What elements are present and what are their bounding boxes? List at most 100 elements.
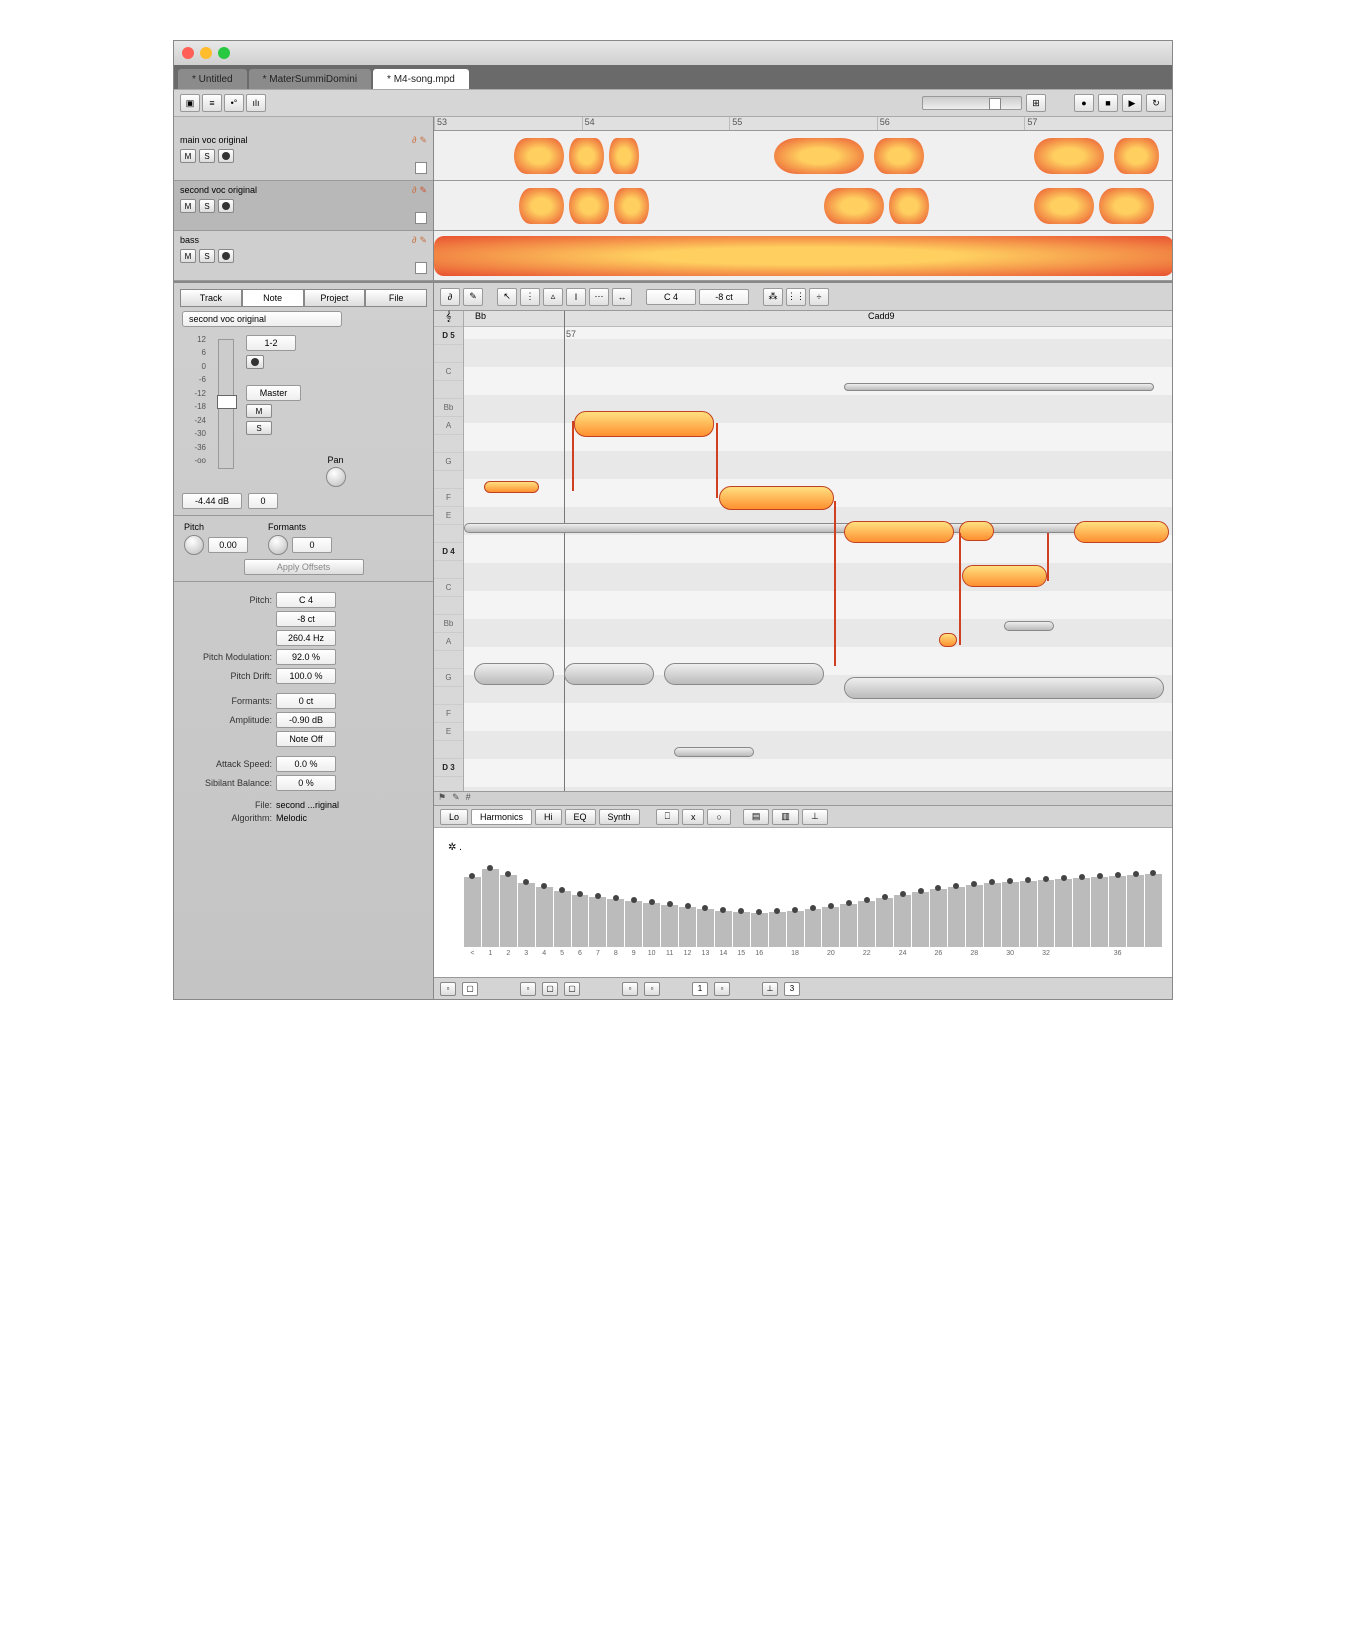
piano-key[interactable]: C bbox=[434, 363, 463, 381]
preset-c-icon[interactable]: ○ bbox=[707, 809, 730, 825]
harmonic-dot[interactable] bbox=[1043, 876, 1049, 882]
harmonic-bar[interactable] bbox=[500, 875, 517, 947]
bb-toggle[interactable]: ▢ bbox=[462, 982, 478, 996]
harmonic-bar[interactable] bbox=[536, 887, 553, 947]
preset-e-icon[interactable]: ▥ bbox=[772, 809, 799, 825]
harmonic-bar[interactable] bbox=[1073, 878, 1090, 947]
link-icon[interactable]: ∂ bbox=[412, 235, 416, 246]
harmonic-dot[interactable] bbox=[559, 887, 565, 893]
bb-val1[interactable]: 1 bbox=[692, 982, 708, 996]
record-arm-button[interactable] bbox=[218, 249, 234, 263]
track-waveform-0[interactable] bbox=[434, 131, 1172, 181]
piano-key[interactable] bbox=[434, 345, 463, 363]
flag-icon[interactable]: ⚑ bbox=[438, 792, 446, 805]
link-icon[interactable]: ∂ bbox=[412, 135, 416, 146]
harmonic-bar[interactable] bbox=[625, 901, 642, 947]
formants-offset-knob[interactable] bbox=[268, 535, 288, 555]
harmonic-dot[interactable] bbox=[720, 907, 726, 913]
tool-icon[interactable]: ✎ bbox=[419, 185, 427, 196]
link-icon[interactable]: ∂ bbox=[412, 185, 416, 196]
piano-key[interactable]: A bbox=[434, 417, 463, 435]
harmonic-dot[interactable] bbox=[846, 900, 852, 906]
preset-b-icon[interactable]: x bbox=[682, 809, 705, 825]
apply-offsets-button[interactable]: Apply Offsets bbox=[244, 559, 364, 575]
harmonic-bar[interactable] bbox=[679, 907, 696, 947]
inspector-tab-note[interactable]: Note bbox=[242, 289, 304, 307]
bb-icon[interactable]: ▫ bbox=[644, 982, 660, 996]
harmonic-bar[interactable] bbox=[912, 892, 929, 947]
tool-wrench-icon[interactable]: ✎ bbox=[463, 288, 483, 306]
piano-key[interactable]: G bbox=[434, 453, 463, 471]
track-checkbox[interactable] bbox=[415, 262, 427, 274]
harmonic-dot[interactable] bbox=[1097, 873, 1103, 879]
tool-c-icon[interactable]: I bbox=[566, 288, 586, 306]
harmonic-dot[interactable] bbox=[900, 891, 906, 897]
editor-cents-field[interactable]: -8 ct bbox=[699, 289, 749, 305]
harmonic-bar[interactable] bbox=[482, 869, 499, 947]
zoom-icon[interactable] bbox=[218, 47, 230, 59]
record-arm-button[interactable] bbox=[218, 199, 234, 213]
harmonic-bar[interactable] bbox=[966, 885, 983, 947]
harmonic-dot[interactable] bbox=[1150, 870, 1156, 876]
harmonic-dot[interactable] bbox=[577, 891, 583, 897]
snap-b-icon[interactable]: ⋮⋮ bbox=[786, 288, 806, 306]
harmonic-dot[interactable] bbox=[523, 879, 529, 885]
harmonic-bar[interactable] bbox=[840, 904, 857, 947]
harmonic-bar[interactable] bbox=[984, 883, 1001, 947]
note-area[interactable]: Bb Cadd9 57 bbox=[464, 311, 1172, 791]
tab-eq[interactable]: EQ bbox=[565, 809, 596, 825]
harmonic-dot[interactable] bbox=[774, 908, 780, 914]
pointer-tool-icon[interactable]: ↖ bbox=[497, 288, 517, 306]
solo-button[interactable]: S bbox=[199, 249, 215, 263]
solo-button[interactable]: S bbox=[199, 199, 215, 213]
tool-icon[interactable]: ✎ bbox=[419, 135, 427, 146]
harmonic-bar[interactable] bbox=[876, 898, 893, 947]
piano-key[interactable]: F bbox=[434, 489, 463, 507]
track-name-field[interactable]: second voc original bbox=[182, 311, 342, 327]
pitch-drift-field[interactable]: 100.0 % bbox=[276, 668, 336, 684]
pitch-editor[interactable]: 𝄞 D 5CBbAGFED 4CBbAGFED 3 Bb Cadd9 57 bbox=[434, 311, 1172, 791]
note-formants-field[interactable]: 0 ct bbox=[276, 693, 336, 709]
track-checkbox[interactable] bbox=[415, 212, 427, 224]
piano-key[interactable]: D 3 bbox=[434, 759, 463, 777]
harmonic-dot[interactable] bbox=[1007, 878, 1013, 884]
piano-key[interactable] bbox=[434, 687, 463, 705]
bb-icon[interactable]: ▫ bbox=[622, 982, 638, 996]
harmonic-bar[interactable] bbox=[715, 911, 732, 947]
note-pitch-field[interactable]: C 4 bbox=[276, 592, 336, 608]
tool-link-icon[interactable]: ∂ bbox=[440, 288, 460, 306]
harmonic-bar[interactable] bbox=[572, 895, 589, 947]
close-icon[interactable] bbox=[182, 47, 194, 59]
preset-f-icon[interactable]: ⊥ bbox=[802, 809, 828, 825]
tool-d-icon[interactable]: ⋯ bbox=[589, 288, 609, 306]
zoom-slider[interactable] bbox=[922, 96, 1022, 110]
piano-key[interactable]: Bb bbox=[434, 399, 463, 417]
view-bars-icon[interactable]: ılı bbox=[246, 94, 266, 112]
attack-speed-field[interactable]: 0.0 % bbox=[276, 756, 336, 772]
bb-icon[interactable]: ⊥ bbox=[762, 982, 778, 996]
inspector-tab-file[interactable]: File bbox=[365, 289, 427, 307]
mute-button[interactable]: M bbox=[180, 249, 196, 263]
piano-key[interactable]: D 4 bbox=[434, 543, 463, 561]
harmonic-dot[interactable] bbox=[738, 908, 744, 914]
piano-key[interactable] bbox=[434, 741, 463, 759]
snap-c-icon[interactable]: ÷ bbox=[809, 288, 829, 306]
harmonic-bar[interactable] bbox=[733, 912, 750, 947]
harmonic-dot[interactable] bbox=[1115, 872, 1121, 878]
bb-icon[interactable]: ▫ bbox=[520, 982, 536, 996]
gear-icon[interactable]: ✲ . bbox=[444, 838, 1162, 857]
harmonic-bar[interactable] bbox=[607, 899, 624, 947]
harmonic-dot[interactable] bbox=[1061, 875, 1067, 881]
piano-key[interactable] bbox=[434, 561, 463, 579]
harmonic-dot[interactable] bbox=[864, 897, 870, 903]
harmonic-bar[interactable] bbox=[1109, 876, 1126, 947]
harmonic-bar[interactable] bbox=[948, 887, 965, 947]
harmonic-dot[interactable] bbox=[649, 899, 655, 905]
note-off-button[interactable]: Note Off bbox=[276, 731, 336, 747]
harmonic-dot[interactable] bbox=[989, 879, 995, 885]
harmonic-dot[interactable] bbox=[667, 901, 673, 907]
piano-key[interactable]: D 5 bbox=[434, 327, 463, 345]
harmonic-bar[interactable] bbox=[1091, 877, 1108, 947]
doc-tab-0[interactable]: * Untitled bbox=[178, 69, 247, 89]
note-hz-field[interactable]: 260.4 Hz bbox=[276, 630, 336, 646]
